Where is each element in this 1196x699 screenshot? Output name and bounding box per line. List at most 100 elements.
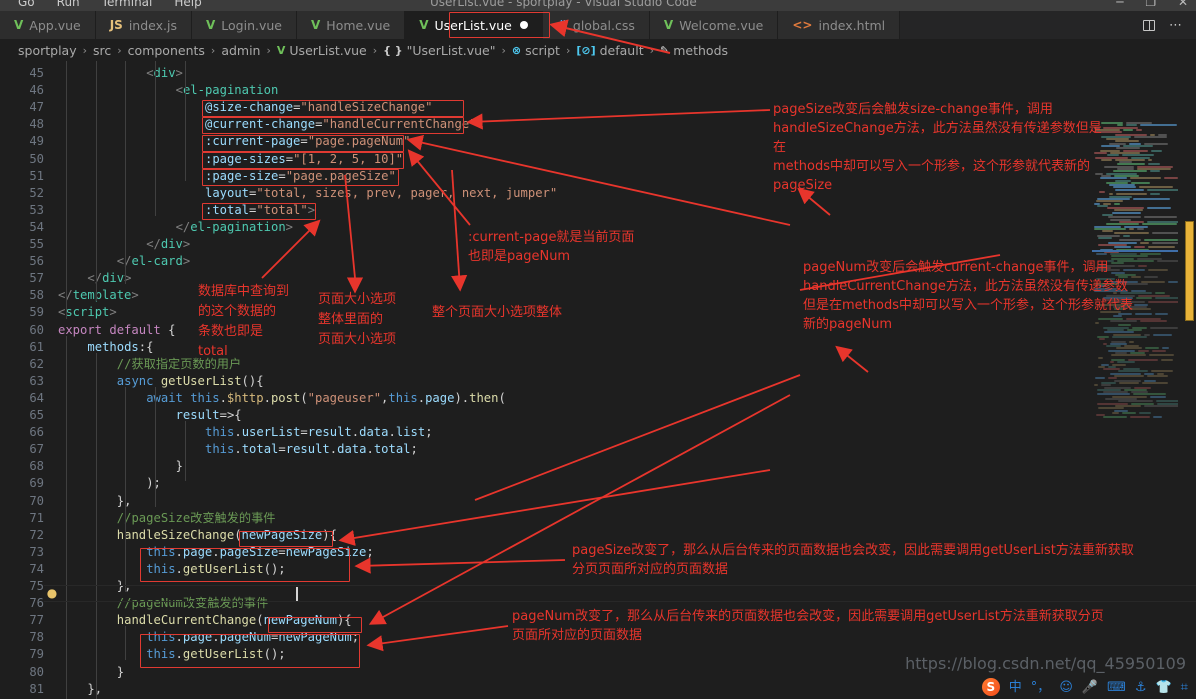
code-line[interactable]: </template> xyxy=(58,287,139,304)
code-line[interactable]: @size-change="handleSizeChange" xyxy=(205,99,432,116)
editor-tab-welcome-vue[interactable]: V Welcome.vue xyxy=(649,11,779,39)
maximize-icon[interactable]: ❐ xyxy=(1145,0,1156,9)
menu-item-terminal[interactable]: Terminal xyxy=(102,0,153,9)
minimap-line xyxy=(1129,227,1134,230)
ime-icon-6[interactable]: 👕 xyxy=(1155,681,1171,694)
code-line[interactable]: :page-sizes="[1, 2, 5, 10]" xyxy=(205,151,403,168)
code-line[interactable]: this.page.pageSize=newPageSize; xyxy=(146,544,374,561)
code-line[interactable]: } xyxy=(117,664,124,681)
ime-icon-4[interactable]: ⌨ xyxy=(1107,681,1126,694)
code-line[interactable]: this.getUserList(); xyxy=(146,561,285,578)
editor-tab-label: Welcome.vue xyxy=(679,17,764,33)
line-number: 62 xyxy=(29,356,44,371)
sogou-logo-icon[interactable]: S xyxy=(981,678,1000,696)
menu-item-go[interactable]: Go xyxy=(18,0,35,9)
editor-tab-userlist-vue[interactable]: V UserList.vue xyxy=(405,11,543,39)
minimize-icon[interactable]: ─ xyxy=(1116,0,1123,9)
ime-icon-5[interactable]: ⚓ xyxy=(1135,681,1147,694)
breadcrumb-item-components[interactable]: components xyxy=(128,43,205,58)
window-controls[interactable]: ─ ❐ ✕ xyxy=(1098,0,1188,9)
code-line[interactable]: @current-change="handleCurrentChange" xyxy=(205,116,477,133)
code-line[interactable]: <el-pagination xyxy=(176,82,279,99)
ime-icon-1[interactable]: °， xyxy=(1031,681,1051,694)
breadcrumb-item-userlistvue[interactable]: V UserList.vue xyxy=(277,43,367,58)
minimap-line xyxy=(1116,193,1147,196)
code-line[interactable]: </el-card> xyxy=(117,253,190,270)
minimap-line xyxy=(1139,411,1151,414)
breadcrumb-item-admin[interactable]: admin xyxy=(221,43,260,58)
editor-tab-label: global.css xyxy=(572,17,635,33)
ime-toolbar[interactable]: S 中 °， ☺ 🎤 ⌨ ⚓ 👕 ⌗ xyxy=(978,676,1192,698)
breadcrumb-item-userlistvue[interactable]: { } "UserList.vue" xyxy=(383,43,495,58)
editor-tab-index-html[interactable]: <> index.html xyxy=(778,11,901,39)
code-line[interactable]: :current-page="page.pageNum" xyxy=(205,133,410,150)
minimap-line xyxy=(1098,407,1124,410)
line-number: 71 xyxy=(29,510,44,525)
code-line[interactable]: ); xyxy=(146,475,161,492)
breadcrumb-label: "UserList.vue" xyxy=(406,42,496,58)
editor-tab-app-vue[interactable]: V App.vue xyxy=(0,11,96,39)
lightbulb-icon[interactable]: ● xyxy=(46,587,58,599)
breadcrumb-item-script[interactable]: ⊗ script xyxy=(512,43,560,58)
annotation-current-change: pageNum改变后会触发current-change事件，调用 handleC… xyxy=(803,260,1133,332)
editor-tab-home-vue[interactable]: V Home.vue xyxy=(297,11,406,39)
code-line[interactable]: async getUserList(){ xyxy=(117,373,264,390)
breadcrumb-item-src[interactable]: src xyxy=(93,43,111,58)
editor-tab-global-css[interactable]: # global.css xyxy=(542,11,650,39)
split-editor-icon[interactable] xyxy=(1143,19,1155,31)
minimap-selection-line xyxy=(1092,250,1178,252)
unsaved-dot-icon[interactable] xyxy=(519,21,528,29)
code-line[interactable]: <div> xyxy=(146,65,183,82)
breadcrumb-item-default[interactable]: [⊘] default xyxy=(576,43,643,58)
code-line[interactable]: this.userList=result.data.list; xyxy=(205,424,433,441)
line-number: 75 xyxy=(29,579,44,593)
code-line[interactable]: } xyxy=(176,458,183,475)
menu-item-run[interactable]: Run xyxy=(57,0,80,9)
menu-item-help[interactable]: Help xyxy=(174,0,201,9)
menu-items[interactable]: Go Run Terminal Help xyxy=(18,0,224,9)
ime-icon-0[interactable]: 中 xyxy=(1009,681,1022,694)
line-number: 56 xyxy=(29,254,44,269)
code-line[interactable]: </el-pagination> xyxy=(176,219,293,236)
minimap-line xyxy=(1117,124,1123,127)
minimap-line xyxy=(1147,375,1168,377)
code-line[interactable]: //pageSize改变触发的事件 xyxy=(117,510,276,527)
editor-tab-login-vue[interactable]: V Login.vue xyxy=(191,11,297,39)
breadcrumb-label: src xyxy=(93,42,112,58)
ime-icon-7[interactable]: ⌗ xyxy=(1181,681,1188,694)
breadcrumb-separator-icon: › xyxy=(565,43,571,57)
editor-tab-index-js[interactable]: JS index.js xyxy=(95,11,192,39)
minimap-line xyxy=(1116,147,1140,150)
indent-guide xyxy=(155,387,156,507)
more-actions-icon[interactable]: ⋯ xyxy=(1169,18,1182,33)
minimap-line xyxy=(1123,234,1130,237)
minimap-line xyxy=(1102,230,1113,233)
minimap-line xyxy=(1130,177,1161,180)
code-line[interactable]: methods:{ xyxy=(87,339,153,356)
breadcrumb-item-sportplay[interactable]: sportplay xyxy=(18,43,77,58)
minimap-line xyxy=(1095,377,1105,380)
editor-tab-label: Home.vue xyxy=(326,17,391,33)
code-line[interactable]: export default { xyxy=(58,322,175,339)
minimap-line xyxy=(1112,411,1119,414)
code-line[interactable]: handleSizeChange(newPageSize){ xyxy=(117,527,337,544)
code-line[interactable]: this.total=result.data.total; xyxy=(205,441,418,458)
code-line[interactable]: :page-size="page.pageSize" xyxy=(205,168,396,185)
code-line[interactable]: }, xyxy=(87,681,102,698)
code-line[interactable]: </div> xyxy=(146,236,190,253)
ime-icon-2[interactable]: ☺ xyxy=(1059,681,1073,694)
code-line[interactable]: handleCurrentChange(newPageNum){ xyxy=(117,612,352,629)
code-line[interactable]: layout="total, sizes, prev, pager, next,… xyxy=(205,185,557,202)
code-line[interactable]: await this.$http.post("pageuser",this.pa… xyxy=(146,390,506,407)
breadcrumb-label: UserList.vue xyxy=(289,42,367,58)
code-line[interactable]: :total="total"> xyxy=(205,202,315,219)
close-icon[interactable]: ✕ xyxy=(1178,0,1188,9)
code-line[interactable]: this.getUserList(); xyxy=(146,646,285,663)
line-number: 74 xyxy=(29,561,44,576)
breadcrumb-icon: { } xyxy=(383,43,403,57)
breadcrumb-item-methods[interactable]: ✎ methods xyxy=(660,43,728,58)
line-number: 80 xyxy=(29,664,44,679)
code-line[interactable]: this.page.pageNum=newPageNum; xyxy=(146,629,359,646)
scrollbar-marker[interactable] xyxy=(1185,221,1194,321)
ime-icon-3[interactable]: 🎤 xyxy=(1082,681,1098,694)
